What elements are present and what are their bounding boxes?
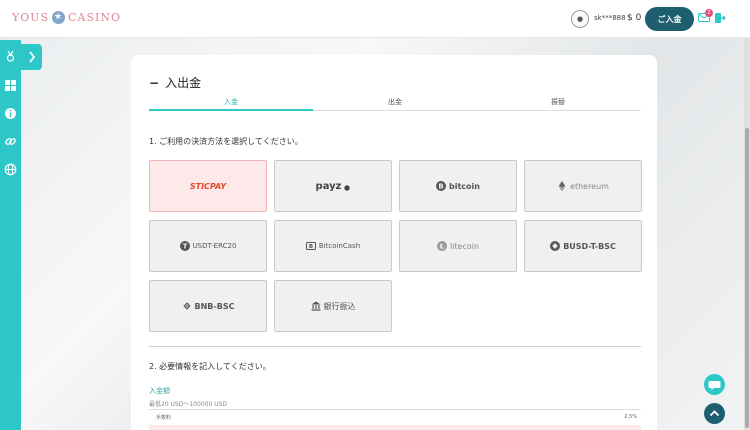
method-payz[interactable]: payz [274, 160, 392, 212]
tab-deposit[interactable]: 入金 [224, 97, 238, 107]
method-label: 銀行振込 [323, 301, 356, 311]
scroll-to-top-button[interactable] [704, 403, 725, 424]
info-icon[interactable] [4, 107, 17, 120]
medal-icon[interactable] [4, 50, 17, 63]
ethereum-icon [558, 181, 566, 191]
amount-input[interactable] [149, 425, 641, 430]
balance-display: $ 0 [627, 13, 642, 23]
method-label: BNB-BSC [194, 301, 235, 311]
method-bank-transfer[interactable]: 銀行振込 [274, 280, 392, 332]
link-icon[interactable] [4, 135, 17, 148]
step1-label: 1. ご利用の決済方法を選択してください。 [149, 137, 303, 146]
chat-button[interactable] [704, 374, 725, 395]
tether-icon: T [179, 241, 190, 251]
scrollbar-thumb[interactable] [745, 128, 749, 428]
method-label: bitcoin [449, 181, 480, 191]
svg-text:Ł: Ł [439, 243, 445, 251]
busd-icon [550, 241, 561, 251]
amount-label: 入金額 [149, 387, 170, 395]
method-litecoin[interactable]: Ł litecoin [399, 220, 517, 272]
tab-active-indicator [149, 109, 313, 111]
bitcoincash-icon: B [305, 242, 316, 250]
method-usdt-erc20[interactable]: T USDT-ERC20 [149, 220, 267, 272]
bank-icon [311, 301, 320, 311]
fee-value: 2.5% [624, 414, 637, 420]
section-divider [149, 346, 641, 347]
method-bitcoin[interactable]: B bitcoin [399, 160, 517, 212]
fee-label: 手数料 [156, 415, 172, 421]
method-label: BitcoinCash [318, 242, 361, 250]
globe-icon[interactable] [4, 163, 17, 176]
amount-hint: 最低20 USD〜100000 USD [149, 401, 227, 408]
deposit-panel: − 入出金 入金 出金 振替 1. ご利用の決済方法を選択してください。 STIC… [131, 55, 657, 430]
svg-text:B: B [438, 183, 443, 191]
chevron-up-icon [709, 410, 720, 417]
casino-logo[interactable]: YOUS ★ CASINO [12, 11, 121, 24]
method-sticpay[interactable]: STICPAY [149, 160, 267, 212]
litecoin-icon: Ł [436, 241, 447, 251]
star-icon: ★ [52, 11, 66, 24]
step2-label: 2. 必要情報を記入してください。 [149, 362, 271, 371]
method-busd-t-bsc[interactable]: BUSD-T-BSC [524, 220, 642, 272]
svg-text:T: T [182, 243, 187, 251]
grid-icon[interactable] [4, 79, 17, 92]
svg-text:B: B [309, 244, 313, 250]
method-bitcoincash[interactable]: B BitcoinCash [274, 220, 392, 272]
fee-row: 手数料 2.5% [149, 409, 641, 423]
tab-transfer[interactable]: 振替 [551, 97, 565, 107]
top-header: YOUS ★ CASINO ● sk***888 $ 0 ご入金 2 [0, 0, 750, 38]
dot-icon [344, 184, 351, 191]
tab-withdraw[interactable]: 出金 [388, 97, 402, 107]
bitcoin-icon: B [436, 181, 447, 191]
logo-text-right: CASINO [68, 11, 121, 24]
chat-icon [708, 381, 721, 390]
bnb-icon [182, 302, 191, 310]
avatar[interactable]: ● [571, 10, 589, 28]
sidebar-toggle-button[interactable] [21, 44, 42, 70]
method-label: STICPAY [189, 181, 227, 191]
method-label: USDT-ERC20 [192, 242, 237, 250]
method-label: litecoin [449, 241, 480, 251]
method-ethereum[interactable]: ethereum [524, 160, 642, 212]
username: sk***888 [594, 14, 626, 22]
page-title-text: 入出金 [165, 76, 202, 90]
dash-icon: − [149, 76, 160, 90]
sidebar [0, 40, 21, 430]
method-label: ethereum [570, 181, 609, 191]
method-bnb-bsc[interactable]: BNB-BSC [149, 280, 267, 332]
deposit-button[interactable]: ご入金 [645, 7, 694, 31]
chevron-right-icon [29, 51, 36, 63]
page-title: − 入出金 [149, 74, 201, 91]
mail-badge: 2 [705, 9, 713, 17]
method-label: BUSD-T-BSC [563, 241, 616, 251]
logout-icon[interactable] [714, 12, 726, 24]
method-label: payz [315, 180, 342, 192]
logo-text-left: YOUS [12, 11, 50, 24]
